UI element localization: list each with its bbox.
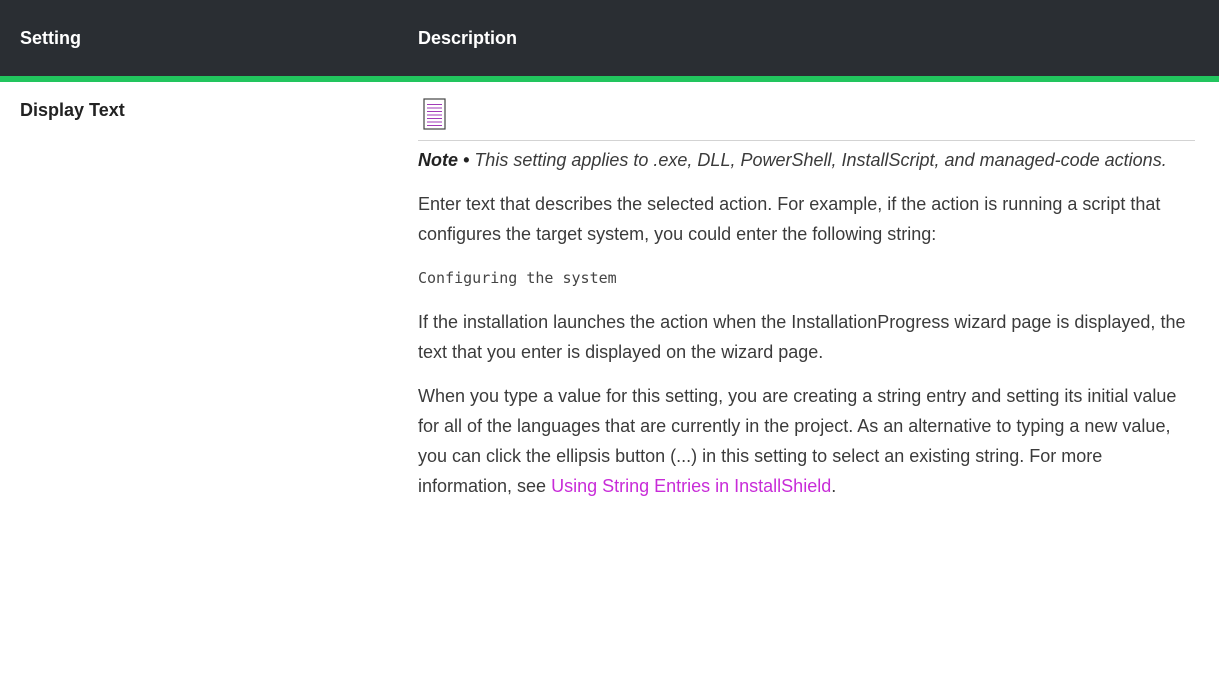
note-label: Note •: [418, 150, 470, 170]
paragraph-3-end: .: [831, 476, 837, 496]
note-body: This setting applies to .exe, DLL, Power…: [469, 150, 1167, 170]
code-example: Configuring the system: [418, 269, 617, 287]
table-row: Display Text Note • This setting applies…: [0, 79, 1219, 501]
header-row: Setting Description: [0, 0, 1219, 82]
note-icon: [423, 98, 446, 130]
note-text: Note • This setting applies to .exe, DLL…: [418, 145, 1195, 175]
description-paragraph-2: If the installation launches the action …: [418, 312, 1186, 362]
description-paragraph-1: Enter text that describes the selected a…: [418, 194, 1161, 244]
header-setting: Setting: [0, 0, 396, 82]
table-body: Display Text Note • This setting applies…: [0, 79, 1219, 501]
string-entries-link[interactable]: Using String Entries in InstallShield: [551, 476, 831, 496]
header-description: Description: [396, 0, 1219, 82]
settings-table: Setting Description Display Text Note •: [0, 0, 1219, 501]
description-paragraph-3: When you type a value for this setting, …: [418, 381, 1195, 501]
setting-name: Display Text: [20, 100, 125, 120]
setting-description: Note • This setting applies to .exe, DLL…: [396, 79, 1219, 501]
note-block: Note • This setting applies to .exe, DLL…: [418, 140, 1195, 175]
table-header: Setting Description: [0, 0, 1219, 82]
